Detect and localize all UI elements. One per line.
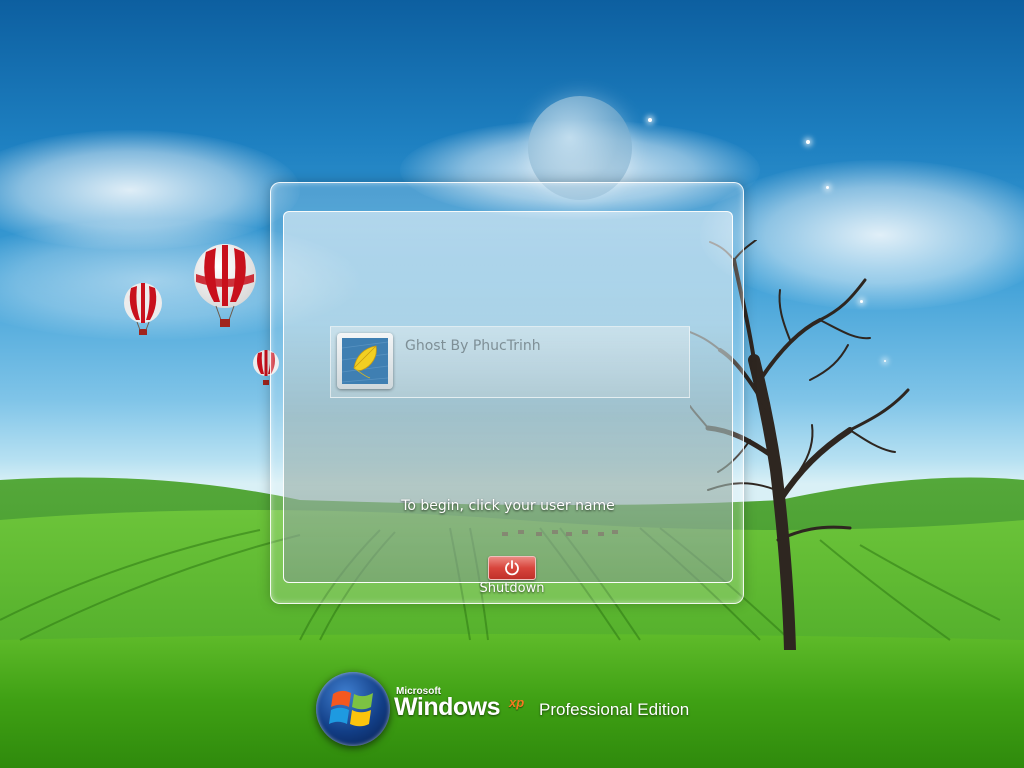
login-screen: Ghost By PhucTrinh To begin, click your … — [0, 0, 1024, 768]
user-tile[interactable]: Ghost By PhucTrinh — [330, 326, 690, 398]
hot-air-balloon — [124, 283, 162, 335]
yellow-leaf-icon — [342, 338, 388, 384]
windows-logo — [316, 672, 390, 746]
brand-edition: Professional Edition — [539, 700, 690, 719]
user-name[interactable]: Ghost By PhucTrinh — [405, 338, 541, 354]
user-avatar-frame — [337, 333, 393, 389]
brand-windows: Windows — [394, 693, 501, 721]
brand-xp: xp — [509, 695, 525, 710]
login-instruction: To begin, click your user name — [401, 498, 615, 514]
login-panel: Ghost By PhucTrinh To begin, click your … — [283, 211, 733, 583]
hot-air-balloon — [194, 244, 256, 327]
windows-flag-icon — [329, 690, 373, 727]
login-dialog: Ghost By PhucTrinh To begin, click your … — [270, 182, 744, 604]
shutdown-label[interactable]: Shutdown — [271, 581, 753, 596]
shutdown-button[interactable] — [488, 556, 536, 580]
power-icon — [505, 560, 519, 576]
